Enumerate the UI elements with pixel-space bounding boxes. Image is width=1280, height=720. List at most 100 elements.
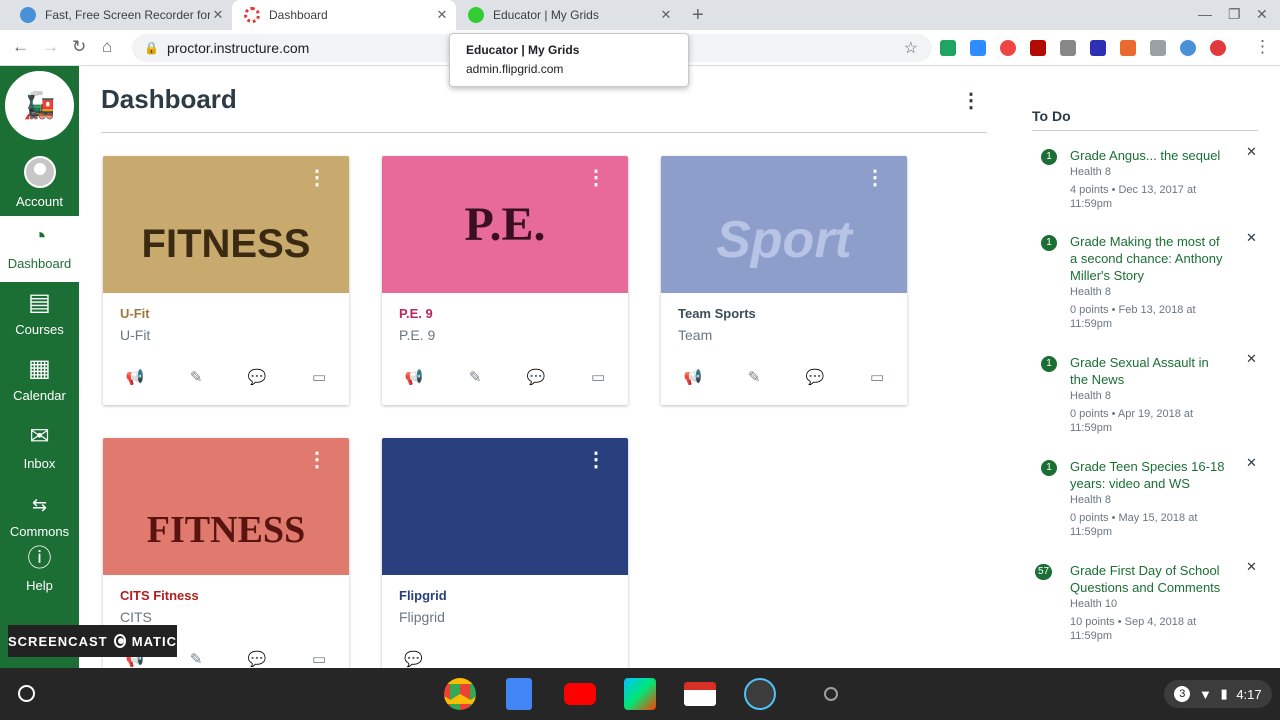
course-name[interactable]: CITS Fitness: [120, 588, 199, 603]
blocker-extension-icon[interactable]: [1210, 40, 1226, 56]
dismiss-icon[interactable]: ✕: [1246, 559, 1257, 575]
dashboard-main: Dashboard ⋮ FITNESS ⋮ U-Fit U-Fit 📢 ✎ 💬 …: [79, 66, 1009, 668]
todo-item-link[interactable]: Grade First Day of School Questions and …: [1070, 562, 1230, 596]
play-store-app-icon[interactable]: [624, 678, 656, 710]
todo-meta: 0 points • Apr 19, 2018 at 11:59pm: [1070, 408, 1194, 434]
course-name[interactable]: U-Fit: [120, 306, 150, 321]
c-extension-icon[interactable]: [1090, 40, 1106, 56]
tab-dashboard[interactable]: Dashboard ✕: [232, 0, 456, 30]
nav-item-help[interactable]: ⓘ Help: [0, 546, 79, 606]
reload-icon[interactable]: ↻: [72, 37, 86, 57]
nav-item-inbox[interactable]: ✉ Inbox: [0, 424, 79, 484]
gmail-app-icon[interactable]: [684, 682, 716, 706]
dashboard-options-icon[interactable]: ⋮: [961, 88, 981, 113]
dismiss-icon[interactable]: ✕: [1246, 455, 1257, 471]
screencast-app-icon[interactable]: [744, 678, 776, 710]
close-tab-icon[interactable]: ✕: [434, 7, 450, 23]
course-card-hero[interactable]: Sport ⋮: [661, 156, 907, 293]
course-card-u-fit[interactable]: FITNESS ⋮ U-Fit U-Fit 📢 ✎ 💬 ▭: [103, 156, 349, 405]
dismiss-icon[interactable]: ✕: [1246, 144, 1257, 160]
megaphone-extension-icon[interactable]: [1120, 40, 1136, 56]
card-options-icon[interactable]: ⋮: [307, 168, 327, 188]
youtube-app-icon[interactable]: [564, 683, 596, 705]
nav-item-calendar[interactable]: ▦ Calendar: [0, 356, 79, 416]
todo-item-link[interactable]: Grade Teen Species 16-18 years: video an…: [1070, 458, 1230, 492]
course-card-flipgrid[interactable]: ⋮ Flipgrid Flipgrid 💬: [382, 438, 628, 668]
close-window-icon[interactable]: ✕: [1256, 6, 1268, 23]
chrome-menu-icon[interactable]: ⋮: [1254, 37, 1271, 57]
course-card-pe-9[interactable]: P.E. ⋮ P.E. 9 P.E. 9 📢 ✎ 💬 ▭: [382, 156, 628, 405]
discussions-icon[interactable]: 💬: [248, 650, 267, 668]
card-options-icon[interactable]: ⋮: [865, 168, 885, 188]
tab-screen-recorder[interactable]: Fast, Free Screen Recorder for Chrome ✕: [8, 0, 232, 30]
recording-indicator-icon[interactable]: [824, 687, 838, 701]
card-actions: 💬: [382, 650, 628, 668]
discussions-icon[interactable]: 💬: [248, 368, 267, 386]
course-card-hero[interactable]: FITNESS ⋮: [103, 438, 349, 575]
todo-item-link[interactable]: Grade Angus... the sequel: [1070, 147, 1230, 164]
tab-hover-tooltip: Educator | My Grids admin.flipgrid.com: [449, 33, 689, 87]
assignments-icon[interactable]: ✎: [190, 368, 203, 386]
url-text: proctor.instructure.com: [166, 40, 310, 56]
course-name[interactable]: Team Sports: [678, 306, 756, 321]
google-drive-extension-icon[interactable]: [940, 40, 956, 56]
dismiss-icon[interactable]: ✕: [1246, 230, 1257, 246]
close-tab-icon[interactable]: ✕: [658, 7, 674, 23]
new-tab-button[interactable]: +: [692, 4, 704, 27]
grid-extension-icon[interactable]: [1150, 40, 1166, 56]
broadcast-extension-icon[interactable]: [1000, 40, 1016, 56]
announcements-icon[interactable]: 📢: [126, 368, 145, 386]
nav-item-commons[interactable]: ⇆ Commons: [0, 492, 79, 548]
notification-count-badge: 3: [1174, 686, 1191, 702]
question-circle-icon: ⓘ: [27, 545, 52, 572]
files-folder-icon[interactable]: ▭: [312, 650, 326, 668]
course-card-hero[interactable]: P.E. ⋮: [382, 156, 628, 293]
course-card-hero[interactable]: FITNESS ⋮: [103, 156, 349, 293]
nav-item-courses[interactable]: ▤ Courses: [0, 290, 79, 350]
assignments-icon[interactable]: ✎: [469, 368, 482, 386]
course-card-hero[interactable]: ⋮: [382, 438, 628, 575]
status-tray[interactable]: 3 ▼ ▮ 4:17: [1164, 680, 1272, 708]
course-name[interactable]: P.E. 9: [399, 306, 433, 321]
card-options-icon[interactable]: ⋮: [586, 450, 606, 470]
discussions-icon[interactable]: 💬: [527, 368, 546, 386]
forward-arrow-icon[interactable]: →: [42, 37, 59, 57]
nav-label: Courses: [15, 322, 64, 337]
discussions-icon[interactable]: 💬: [404, 650, 423, 668]
school-logo[interactable]: 🚂: [2, 68, 77, 143]
minimize-icon[interactable]: —: [1198, 6, 1212, 22]
chrome-app-icon[interactable]: [444, 678, 476, 710]
back-arrow-icon[interactable]: ←: [12, 37, 29, 57]
announcements-icon[interactable]: 📢: [405, 368, 424, 386]
launcher-icon[interactable]: [18, 685, 35, 702]
todo-item-link[interactable]: Grade Making the most of a second chance…: [1070, 233, 1230, 284]
nav-item-dashboard[interactable]: ◔ Dashboard: [0, 216, 79, 282]
todo-item-link[interactable]: Grade Sexual Assault in the News: [1070, 354, 1230, 388]
home-icon[interactable]: ⌂: [102, 37, 112, 57]
maximize-icon[interactable]: ❐: [1228, 6, 1241, 23]
pdf-extension-icon[interactable]: [1030, 40, 1046, 56]
screenshot-extension-icon[interactable]: [1060, 40, 1076, 56]
card-actions: 📢 ✎ 💬 ▭: [103, 368, 349, 386]
announcements-icon[interactable]: 📢: [684, 368, 703, 386]
files-folder-icon[interactable]: ▭: [870, 368, 884, 386]
close-tab-icon[interactable]: ✕: [210, 7, 226, 23]
card-actions: 📢 ✎ 💬 ▭: [661, 368, 907, 386]
card-options-icon[interactable]: ⋮: [586, 168, 606, 188]
nav-item-account[interactable]: Account: [0, 152, 79, 216]
discussions-icon[interactable]: 💬: [806, 368, 825, 386]
assignments-icon[interactable]: ✎: [748, 368, 761, 386]
course-name[interactable]: Flipgrid: [399, 588, 447, 603]
bookmark-star-icon[interactable]: ☆: [904, 38, 918, 58]
course-card-team-sports[interactable]: Sport ⋮ Team Sports Team 📢 ✎ 💬 ▭: [661, 156, 907, 405]
screencastify-extension-icon[interactable]: [1180, 40, 1196, 56]
nav-label: Dashboard: [7, 256, 72, 271]
dismiss-icon[interactable]: ✕: [1246, 351, 1257, 367]
zoom-extension-icon[interactable]: [970, 40, 986, 56]
google-docs-app-icon[interactable]: [506, 678, 532, 710]
assignments-icon[interactable]: ✎: [190, 650, 203, 668]
card-options-icon[interactable]: ⋮: [307, 450, 327, 470]
tab-educator-my-grids[interactable]: Educator | My Grids ✕: [456, 0, 680, 30]
files-folder-icon[interactable]: ▭: [312, 368, 326, 386]
files-folder-icon[interactable]: ▭: [591, 368, 605, 386]
